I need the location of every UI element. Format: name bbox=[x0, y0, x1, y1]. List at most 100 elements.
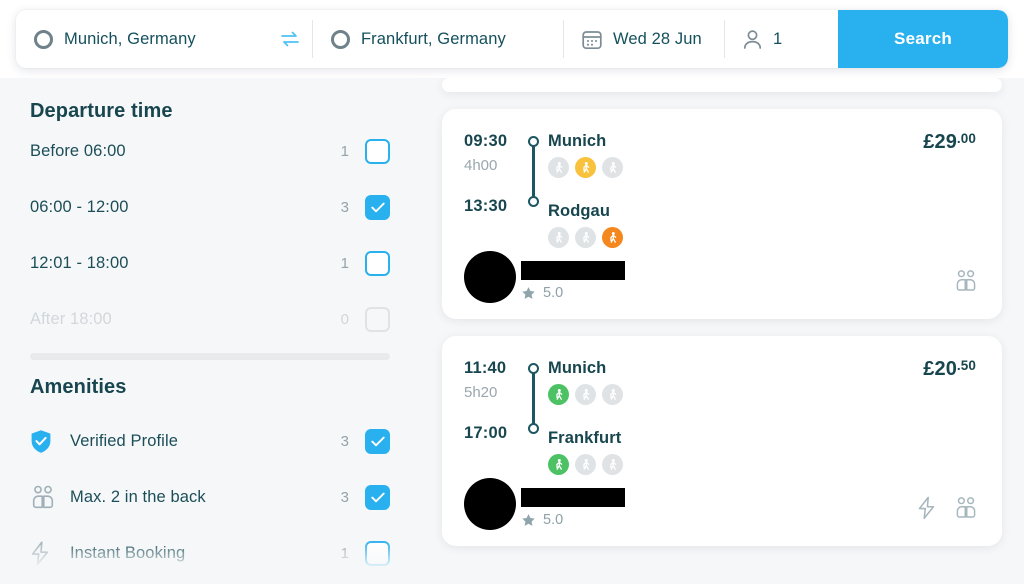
passengers-value: 1 bbox=[773, 29, 783, 48]
passengers-input[interactable]: 1 bbox=[725, 10, 835, 68]
star-icon bbox=[522, 286, 535, 299]
filter-checkbox-after-1800 bbox=[365, 306, 390, 332]
ride-card[interactable]: 09:30 4h00 13:30 Munich Rodgau £29.00 5.… bbox=[442, 109, 1002, 319]
destination-dot-icon bbox=[528, 423, 539, 434]
filter-row-after-1800: After 18:00 0 bbox=[30, 291, 390, 347]
origin-city: Munich bbox=[548, 359, 607, 377]
star-icon bbox=[522, 513, 535, 526]
destination-seat-availability bbox=[548, 227, 976, 248]
price-cents: .50 bbox=[956, 358, 976, 373]
swap-locations-button[interactable] bbox=[268, 10, 312, 68]
trip-summary: 09:30 4h00 13:30 Munich Rodgau bbox=[464, 131, 976, 248]
ride-results-list[interactable]: 09:30 4h00 13:30 Munich Rodgau £29.00 5.… bbox=[420, 78, 1024, 584]
filter-row-before-0600[interactable]: Before 06:00 1 bbox=[30, 123, 390, 179]
filter-label: 06:00 - 12:00 bbox=[30, 197, 129, 216]
filter-label: After 18:00 bbox=[30, 309, 112, 328]
seat-icon bbox=[548, 454, 569, 475]
seat-icon bbox=[575, 454, 596, 475]
trip-times: 09:30 4h00 13:30 bbox=[464, 131, 522, 248]
search-header: Munich, Germany Frankfurt, Germany Wed 2… bbox=[0, 0, 1024, 78]
driver-meta: 5.0 bbox=[521, 488, 625, 530]
route-line bbox=[532, 145, 536, 199]
filter-count: 3 bbox=[340, 198, 349, 216]
driver-rating: 5.0 bbox=[521, 512, 625, 528]
destination-dot-icon bbox=[528, 196, 539, 207]
check-icon bbox=[370, 436, 385, 446]
origin-city: Munich bbox=[548, 132, 607, 150]
arrival-time: 13:30 bbox=[464, 197, 508, 215]
rating-value: 5.0 bbox=[543, 285, 564, 301]
two-people-icon bbox=[30, 485, 60, 510]
driver-meta: 5.0 bbox=[521, 261, 625, 303]
amenity-checkbox-instant-booking[interactable] bbox=[365, 540, 390, 566]
trip-stops: Munich Rodgau bbox=[548, 131, 976, 248]
route-line bbox=[532, 372, 536, 426]
seat-icon bbox=[548, 157, 569, 178]
date-value: Wed 28 Jun bbox=[613, 29, 702, 48]
amenity-count: 3 bbox=[340, 488, 349, 506]
trip-duration: 5h20 bbox=[464, 384, 498, 401]
driver-rating: 5.0 bbox=[521, 285, 625, 301]
trip-times: 11:40 5h20 17:00 bbox=[464, 358, 522, 475]
seat-icon bbox=[575, 384, 596, 405]
location-circle-icon bbox=[331, 29, 350, 49]
filter-count: 0 bbox=[340, 310, 349, 328]
section-divider bbox=[30, 353, 390, 360]
swap-arrows-icon bbox=[281, 31, 299, 47]
filter-checkbox-0600-1200[interactable] bbox=[365, 194, 390, 220]
driver-info[interactable]: 5.0 bbox=[464, 251, 625, 303]
seat-icon bbox=[602, 227, 623, 248]
lightning-bolt-icon bbox=[918, 496, 935, 520]
filter-row-0600-1200[interactable]: 06:00 - 12:00 3 bbox=[30, 179, 390, 235]
filter-label: Before 06:00 bbox=[30, 141, 126, 160]
check-icon bbox=[370, 492, 385, 502]
filter-label: 12:01 - 18:00 bbox=[30, 253, 129, 272]
avatar bbox=[464, 251, 516, 303]
route-rail bbox=[522, 358, 548, 475]
trip-summary: 11:40 5h20 17:00 Munich Frankfurt bbox=[464, 358, 976, 475]
shield-check-icon bbox=[30, 429, 60, 454]
ride-badges bbox=[954, 269, 978, 293]
location-circle-icon bbox=[34, 29, 53, 49]
amenity-row-instant-booking[interactable]: Instant Booking 1 bbox=[30, 525, 390, 581]
amenity-row-verified-profile[interactable]: Verified Profile 3 bbox=[30, 413, 390, 469]
driver-name-redacted bbox=[521, 488, 625, 507]
route-rail bbox=[522, 131, 548, 248]
amenity-checkbox-max-2-back[interactable] bbox=[365, 484, 390, 510]
origin-seat-availability bbox=[548, 157, 976, 178]
amenity-checkbox-verified-profile[interactable] bbox=[365, 428, 390, 454]
arrival-time: 17:00 bbox=[464, 424, 508, 442]
lightning-bolt-icon bbox=[30, 541, 60, 566]
amenity-count: 3 bbox=[340, 432, 349, 450]
check-icon bbox=[370, 202, 385, 212]
ride-price: £20.50 bbox=[923, 358, 976, 381]
destination-input[interactable]: Frankfurt, Germany bbox=[313, 10, 563, 68]
amenity-row-max-2-back[interactable]: Max. 2 in the back 3 bbox=[30, 469, 390, 525]
filter-checkbox-1201-1800[interactable] bbox=[365, 250, 390, 276]
departure-time: 11:40 bbox=[464, 359, 507, 377]
seat-icon bbox=[602, 157, 623, 178]
seat-icon bbox=[602, 454, 623, 475]
seat-icon bbox=[575, 227, 596, 248]
rating-value: 5.0 bbox=[543, 512, 564, 528]
filter-checkbox-before-0600[interactable] bbox=[365, 138, 390, 164]
origin-value: Munich, Germany bbox=[64, 29, 196, 48]
price-cents: .00 bbox=[956, 131, 976, 146]
seat-icon bbox=[602, 384, 623, 405]
ride-badges bbox=[917, 496, 978, 520]
search-button[interactable]: Search bbox=[838, 10, 1008, 68]
two-people-icon bbox=[956, 270, 976, 291]
ride-price: £29.00 bbox=[923, 131, 976, 154]
driver-name-redacted bbox=[521, 261, 625, 280]
departure-time: 09:30 bbox=[464, 132, 508, 150]
filter-row-1201-1800[interactable]: 12:01 - 18:00 1 bbox=[30, 235, 390, 291]
destination-value: Frankfurt, Germany bbox=[361, 29, 506, 48]
date-input[interactable]: Wed 28 Jun bbox=[564, 10, 724, 68]
origin-input[interactable]: Munich, Germany bbox=[16, 10, 268, 68]
ride-card-partial[interactable] bbox=[442, 78, 1002, 92]
driver-info[interactable]: 5.0 bbox=[464, 478, 625, 530]
avatar bbox=[464, 478, 516, 530]
destination-seat-availability bbox=[548, 454, 976, 475]
ride-card[interactable]: 11:40 5h20 17:00 Munich Frankfurt £20.50… bbox=[442, 336, 1002, 546]
calendar-icon bbox=[582, 30, 602, 49]
